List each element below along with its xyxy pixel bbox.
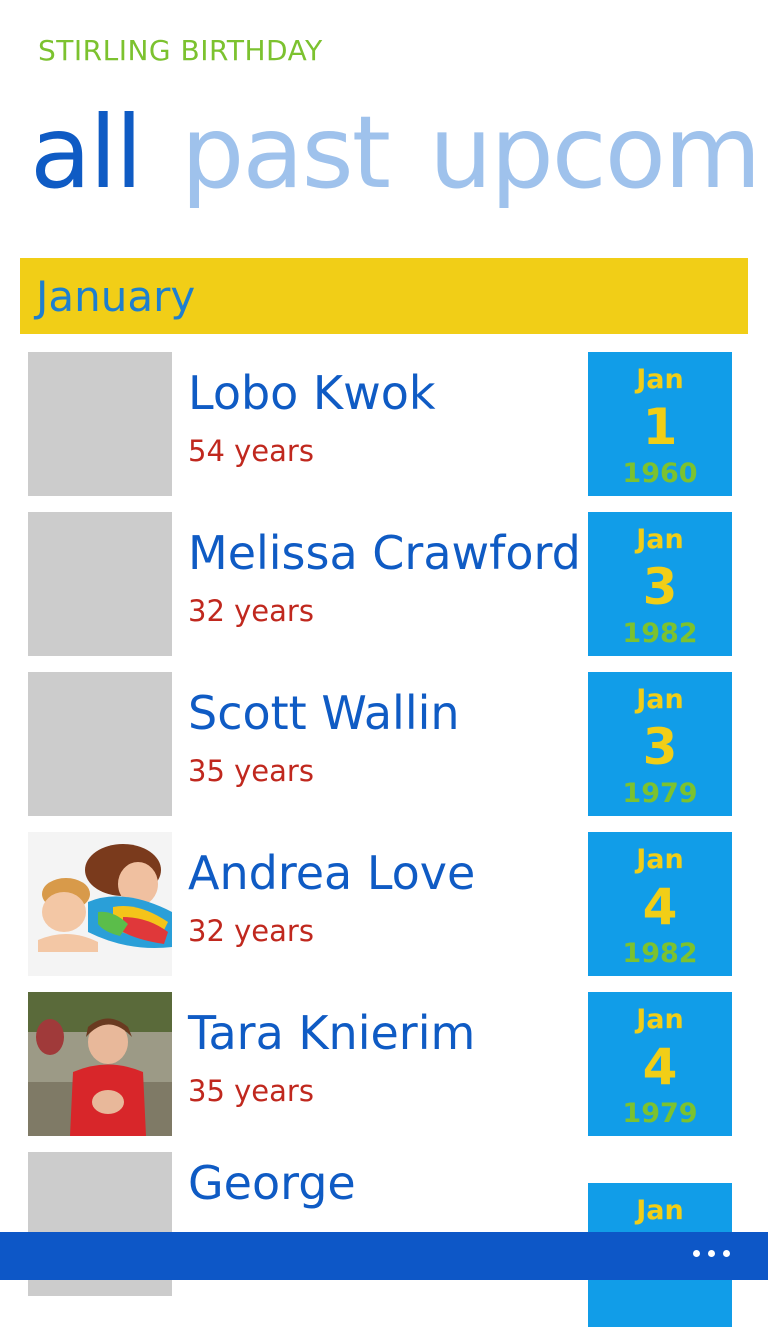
- date-year: 1982: [622, 618, 698, 649]
- date-month: Jan: [636, 844, 684, 875]
- contact-age: 35 years: [188, 1074, 314, 1108]
- birthday-date-tile: Jan 4 1979: [588, 992, 732, 1136]
- list-item[interactable]: Andrea Love 32 years Jan 4 1982: [0, 832, 768, 976]
- date-day: 3: [642, 558, 678, 616]
- pivot-tab-upcoming[interactable]: upcoming: [429, 94, 768, 211]
- contact-photo-placeholder: [28, 672, 172, 816]
- date-day: 4: [642, 1038, 678, 1096]
- outdoor-photo: [28, 992, 172, 1136]
- date-day: 4: [642, 878, 678, 936]
- contact-photo: [28, 832, 172, 976]
- contact-name: Andrea Love: [188, 846, 476, 900]
- date-month: Jan: [636, 1004, 684, 1035]
- birthday-date-tile: Jan 3 1979: [588, 672, 732, 816]
- list-item[interactable]: Melissa Crawford 32 years Jan 3 1982: [0, 512, 768, 656]
- contact-name: Lobo Kwok: [188, 366, 436, 420]
- contact-age: 35 years: [188, 754, 314, 788]
- date-year: 1979: [622, 778, 698, 809]
- month-label: January: [36, 272, 196, 321]
- application-bar: [0, 1232, 768, 1280]
- list-item[interactable]: Lobo Kwok 54 years Jan 1 1960: [0, 352, 768, 496]
- pivot-tab-all[interactable]: all: [30, 94, 143, 211]
- contact-name: Scott Wallin: [188, 686, 460, 740]
- contact-photo: [28, 992, 172, 1136]
- contact-age: 32 years: [188, 594, 314, 628]
- contact-name: George: [188, 1156, 356, 1210]
- date-month: Jan: [636, 364, 684, 395]
- month-group-header[interactable]: January: [20, 258, 748, 334]
- date-month: Jan: [636, 1195, 684, 1226]
- date-month: Jan: [636, 684, 684, 715]
- birthday-date-tile: Jan 4 1982: [588, 832, 732, 976]
- birthday-date-tile: Jan 1 1960: [588, 352, 732, 496]
- birthday-date-tile: Jan 3 1982: [588, 512, 732, 656]
- ellipsis-icon[interactable]: [693, 1250, 730, 1257]
- contact-photo-placeholder: [28, 512, 172, 656]
- contact-name: Tara Knierim: [188, 1006, 476, 1060]
- list-item[interactable]: Scott Wallin 35 years Jan 3 1979: [0, 672, 768, 816]
- pivot-header: allpast upcoming: [30, 88, 768, 218]
- date-year: 1982: [622, 938, 698, 969]
- list-item[interactable]: Tara Knierim 35 years Jan 4 1979: [0, 992, 768, 1136]
- pivot-tab-past[interactable]: past: [181, 94, 391, 211]
- contact-photo-placeholder: [28, 352, 172, 496]
- date-year: 1979: [622, 1098, 698, 1129]
- app-title: STIRLING BIRTHDAY: [38, 34, 323, 67]
- date-day: 3: [642, 718, 678, 776]
- date-year: 1960: [622, 458, 698, 489]
- contact-name: Melissa Crawford: [188, 526, 581, 580]
- mother-child-photo: [28, 832, 172, 976]
- contact-age: 54 years: [188, 434, 314, 468]
- contact-age: 32 years: [188, 914, 314, 948]
- date-month: Jan: [636, 524, 684, 555]
- date-day: 1: [642, 398, 678, 456]
